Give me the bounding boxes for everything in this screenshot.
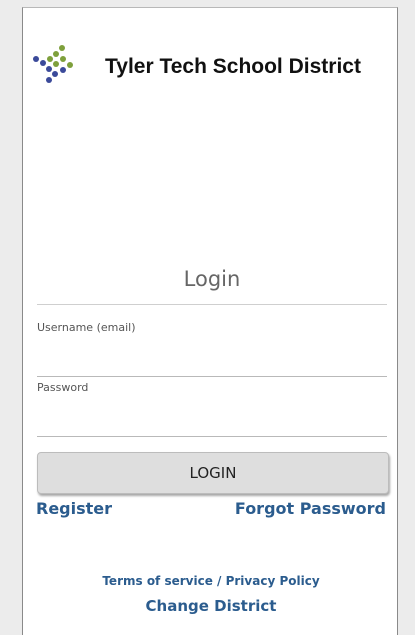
forgot-password-link[interactable]: Forgot Password: [235, 499, 386, 518]
change-district-link[interactable]: Change District: [23, 597, 399, 615]
login-button[interactable]: LOGIN: [37, 452, 389, 494]
login-form: Login Username (email) Password: [37, 259, 387, 437]
password-input[interactable]: [37, 415, 387, 437]
terms-privacy-link[interactable]: Terms of service / Privacy Policy: [23, 574, 399, 588]
dot-grid-logo-icon: [33, 45, 73, 83]
login-title: Login: [183, 267, 241, 291]
username-label: Username (email): [37, 321, 136, 334]
register-link[interactable]: Register: [36, 499, 112, 518]
username-input[interactable]: [37, 355, 387, 377]
login-card: Tyler Tech School District Login Usernam…: [22, 7, 398, 635]
password-label: Password: [37, 381, 89, 394]
title-divider: [37, 304, 387, 305]
district-name: Tyler Tech School District: [105, 55, 361, 78]
